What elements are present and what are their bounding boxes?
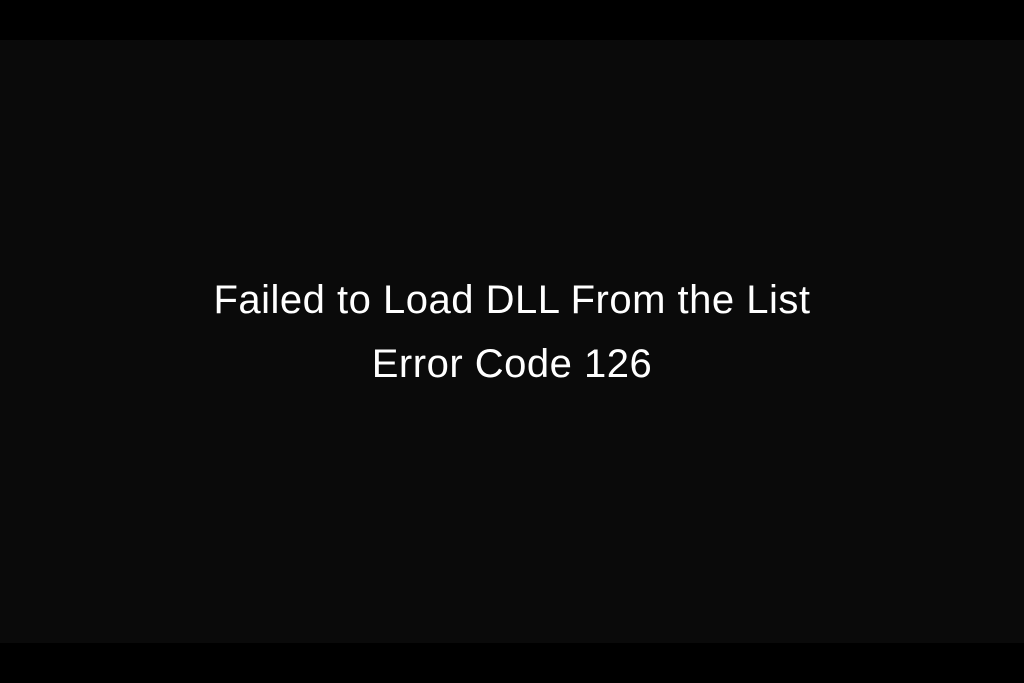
- error-title: Failed to Load DLL From the List: [213, 268, 810, 332]
- letterbox-top: [0, 0, 1024, 40]
- error-message: Failed to Load DLL From the List Error C…: [213, 268, 810, 396]
- error-code: Error Code 126: [213, 332, 810, 396]
- letterbox-bottom: [0, 643, 1024, 683]
- error-screen: Failed to Load DLL From the List Error C…: [0, 40, 1024, 643]
